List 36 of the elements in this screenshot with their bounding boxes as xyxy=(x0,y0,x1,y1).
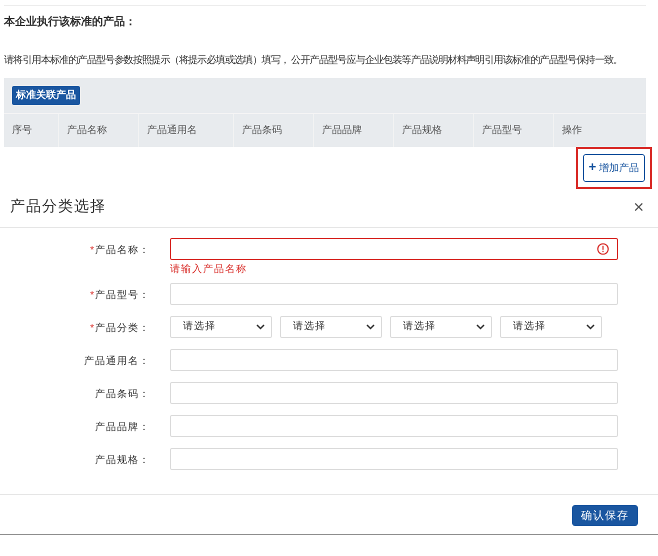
table-title: 标准关联产品 xyxy=(12,86,80,104)
select-field[interactable]: 请选择 xyxy=(500,316,602,338)
column-header: 操作 xyxy=(561,124,583,138)
column-header: 产品通用名 xyxy=(139,114,234,146)
select-field[interactable]: 请选择 xyxy=(390,316,492,338)
input-field[interactable] xyxy=(170,238,618,260)
error-message: 请输入产品名称 xyxy=(170,262,248,276)
close-button[interactable]: × xyxy=(633,198,644,216)
column-header: 产品品牌 xyxy=(314,114,394,146)
field-label: *产品型号： xyxy=(89,288,150,302)
column-header: 产品规格 xyxy=(394,114,474,146)
required-mark: * xyxy=(90,244,95,256)
field-label: *产品名称： xyxy=(89,244,150,258)
description-text: 请将引用本标准的产品型号参数按照提示（将提示必填或选填）填写， 公开产品型号应与企业包装等产品说明材料声明引用该标准的产品型号保持一致。 xyxy=(4,54,622,68)
chevron-icon xyxy=(256,324,265,330)
field-label: 产品通用名： xyxy=(83,354,150,368)
required-mark: * xyxy=(90,322,95,334)
chevron-icon xyxy=(586,324,595,330)
dialog-title: 产品分类选择 xyxy=(10,197,106,217)
chevron-icon xyxy=(366,324,375,330)
section-title: 本企业执行该标准的产品： xyxy=(4,14,137,30)
field-label: 产品条码： xyxy=(94,388,150,402)
required-mark: * xyxy=(90,290,95,300)
column-header: 产品型号 xyxy=(474,114,554,146)
column-header: 序号 xyxy=(4,114,59,146)
select-field[interactable]: 请选择 xyxy=(280,316,382,338)
field-label: *产品分类： xyxy=(89,322,150,336)
field-label: 产品品牌： xyxy=(94,420,150,434)
field-label: 产品规格： xyxy=(94,454,150,468)
column-header: 产品条码 xyxy=(234,114,314,146)
add-product-button[interactable]: + 增加产品 xyxy=(582,154,645,182)
error-icon xyxy=(597,242,609,254)
chevron-icon xyxy=(476,324,485,330)
save-button[interactable]: 确认保存 xyxy=(572,504,638,526)
column-header: 产品名称 xyxy=(59,114,139,146)
select-field[interactable]: 请选择 xyxy=(170,316,272,338)
